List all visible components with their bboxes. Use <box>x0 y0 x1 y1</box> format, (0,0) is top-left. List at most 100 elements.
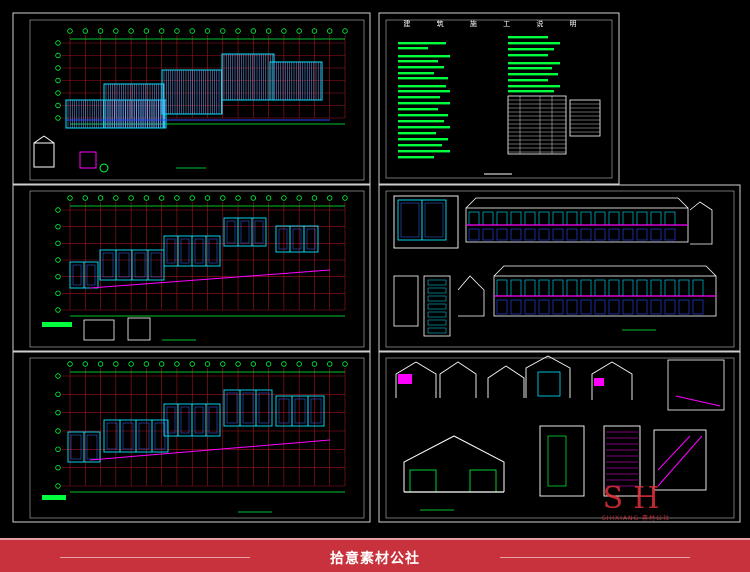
section-detail-room <box>397 199 423 241</box>
notes-text-line <box>508 73 558 76</box>
floor-plan-2-axis-bubble <box>220 361 226 367</box>
cad-drawing-canvas: 建 筑 施 工 说 明 SH SHIXIANG 素材公社 <box>0 0 750 538</box>
section-elevation-1-window <box>482 228 494 241</box>
section-elevation-2-window <box>678 299 690 315</box>
floor-plan-1-axis-bubble <box>281 195 287 201</box>
floor-plan-1-axis-bubble <box>296 195 302 201</box>
section-elevation-1-window <box>552 228 564 241</box>
section-elevation-2-window <box>622 299 634 315</box>
section-elevation-2-window <box>566 299 578 315</box>
section-elevation-1-window <box>580 228 592 241</box>
detail-gable <box>525 355 571 398</box>
elevation-axis-bubble <box>55 40 61 46</box>
floor-plan-1-axis-bubble <box>189 195 195 201</box>
plan2-room-inner <box>208 406 218 434</box>
plan1-room <box>163 235 179 267</box>
floor-plan-2-axis-bubble <box>235 361 241 367</box>
section-elevation-2-window <box>496 279 508 297</box>
floor-plan-1-axis-bubble <box>55 290 61 297</box>
notes-text-line <box>398 144 442 147</box>
floor-plan-2-axis-bubble <box>55 428 61 434</box>
section-elevation-2-window <box>552 299 564 315</box>
detail-stair-diagonal <box>657 435 703 487</box>
floor-plan-1-axis-bubble <box>97 195 104 201</box>
section-elevation-2-window <box>580 299 592 315</box>
plan2-room-inner <box>242 392 254 424</box>
notes-text-line <box>398 85 446 88</box>
notes-text-line <box>398 120 444 123</box>
stair-tread <box>427 303 447 310</box>
plan1-room-inner <box>150 252 162 278</box>
notes-text-line <box>508 48 554 51</box>
section-elevation-2-window <box>608 279 620 297</box>
stair-tread <box>427 279 447 286</box>
notes-finish-table <box>569 99 601 137</box>
elevation-axis-bubble <box>55 102 61 109</box>
plan1-room <box>115 249 133 281</box>
watermark-logo: SH SHIXIANG 素材公社 <box>586 484 686 526</box>
section-detail-room <box>421 199 447 241</box>
floor-plan-1-axis-bubble <box>220 195 226 201</box>
section-elevation-2-window <box>692 299 704 315</box>
floor-plan-1-axis-bubble <box>55 307 61 313</box>
plan1-room-inner <box>180 238 190 264</box>
plan1-room-inner <box>306 228 316 250</box>
notes-text-line <box>398 47 428 50</box>
floor-plan-2-axis-bubble <box>55 483 61 489</box>
floor-plan-2-axis-bubble <box>250 361 257 367</box>
section-elevation-2-window <box>622 279 634 297</box>
section-elevation-1-window <box>650 228 662 241</box>
notes-text-line <box>398 60 438 63</box>
plan1-corridor-line <box>89 269 331 289</box>
stair-tread <box>427 327 447 334</box>
floor-plan-2-axis-bubble <box>82 361 88 367</box>
plan2-room-inner <box>194 406 204 434</box>
section-elevation-1-window <box>538 228 550 241</box>
section-elevation-1-window <box>468 211 480 226</box>
floor-plan-1-axis-bubble <box>113 195 119 201</box>
plan1-room <box>223 217 239 247</box>
floor-plan-2-axis-bubble <box>174 361 180 367</box>
floor-plan-1-axis-bubble <box>327 195 333 201</box>
plan2-room-inner <box>258 392 270 424</box>
floor-plan-2-axis-bubble <box>143 361 150 367</box>
notes-text-line <box>508 85 560 88</box>
section-elevation-2-window <box>608 299 620 315</box>
section-elevation-1-window <box>636 228 648 241</box>
elevation-axis-bubble <box>97 28 104 34</box>
section-elevation-1-window <box>552 211 564 226</box>
sheet-inner-frame <box>29 357 365 519</box>
plan1-room-inner <box>102 252 114 278</box>
plan1-room-inner <box>194 238 204 264</box>
floor-plan-1-axis-bubble <box>143 195 150 201</box>
sheet-frame-sections <box>378 184 741 352</box>
plan2-room-inner <box>70 434 82 460</box>
plan2-room <box>291 395 309 427</box>
section-elevation-2-window <box>594 299 606 315</box>
floor-plan-2-axis-bubble <box>189 361 195 367</box>
notes-text-line <box>508 54 548 57</box>
plan1-room-inner <box>166 238 176 264</box>
elevation-axis-bubble <box>342 28 348 34</box>
notes-text-line <box>508 42 560 45</box>
notes-text-line <box>398 77 448 80</box>
floor-plan-1-axis-bubble <box>158 195 165 201</box>
notes-text-line <box>508 79 548 82</box>
plan1-room-inner <box>118 252 130 278</box>
section-elevation-2-window <box>636 299 648 315</box>
section-elevation-2-window <box>692 279 704 297</box>
detail-section-room <box>409 469 437 493</box>
plan1-room-inner <box>254 220 264 244</box>
plan2-room <box>119 419 137 453</box>
notes-text-line <box>398 156 434 159</box>
plan1-room <box>275 225 291 253</box>
floor-plan-2-axis-bubble <box>113 361 119 367</box>
section-elevation-2-window <box>650 279 662 297</box>
floor-plan-1-axis-bubble <box>55 240 61 247</box>
elevation-axis-bubble <box>113 28 119 34</box>
notes-text-line <box>508 62 560 65</box>
notes-text-line <box>398 102 450 105</box>
notes-text-line <box>398 55 450 58</box>
section-elevation-2-roof <box>493 265 717 277</box>
sheet-frame-floor-plan-2 <box>12 351 371 523</box>
